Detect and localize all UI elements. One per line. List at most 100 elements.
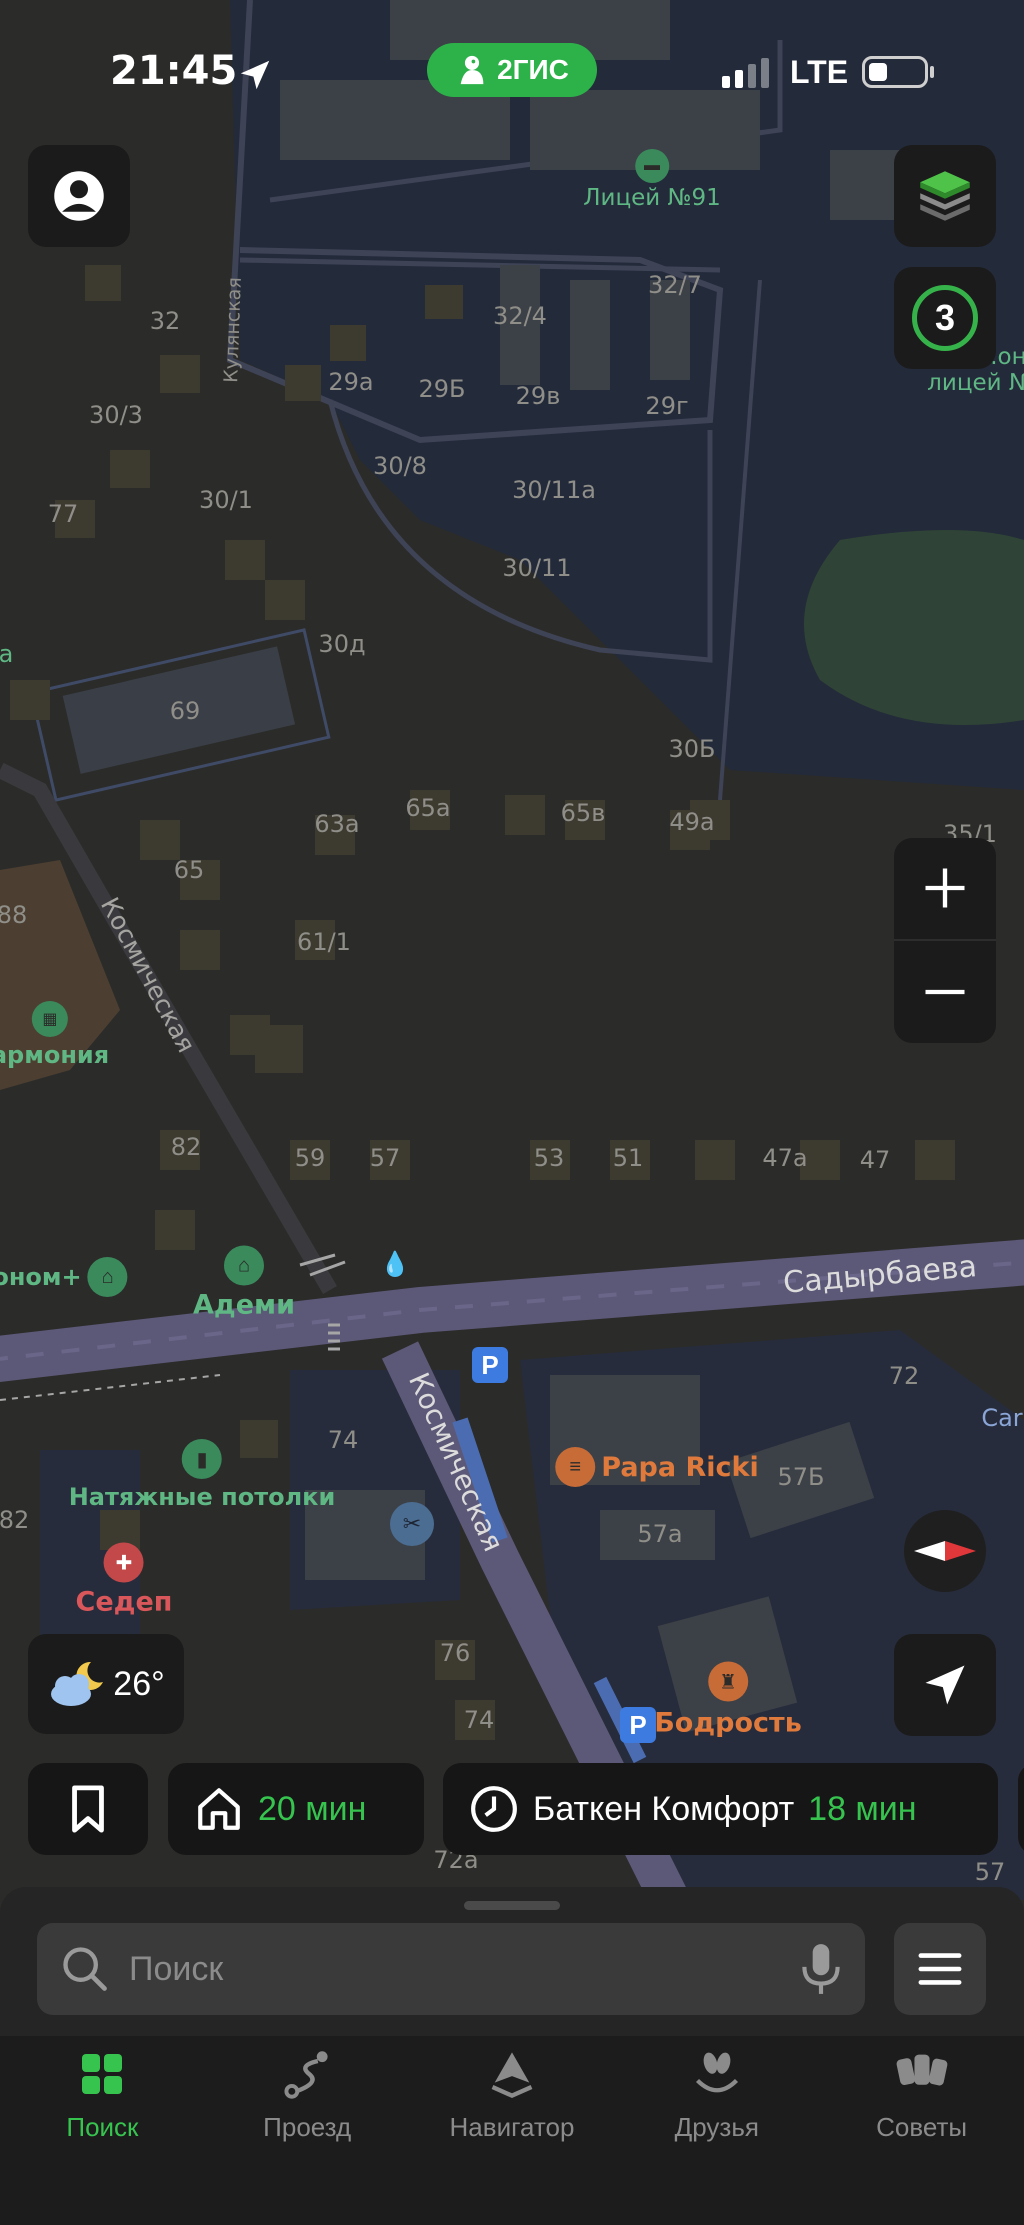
battery-icon <box>862 56 928 88</box>
house-number: 29а <box>328 368 374 396</box>
hamburger-icon <box>918 1953 962 1985</box>
tab-label: Друзья <box>674 2112 759 2142</box>
tab-label: Советы <box>876 2112 968 2142</box>
house-number: 29в <box>515 382 561 410</box>
poi-sedep[interactable]: ✚ Седеп <box>76 1542 172 1618</box>
house-number: 29г <box>645 392 689 420</box>
house-number: 49а <box>669 808 715 836</box>
brand-badge[interactable]: 2ГИС <box>427 43 597 97</box>
house-number: 57Б <box>777 1463 825 1491</box>
sheet-handle[interactable] <box>464 1901 560 1910</box>
house-number: 32 <box>149 307 181 335</box>
house-number: 69 <box>169 697 201 725</box>
weather-temp: 26° <box>113 1664 165 1703</box>
water-icon: 💧 <box>380 1251 410 1278</box>
house-number: 82 <box>170 1133 202 1161</box>
weather-widget[interactable]: 26° <box>28 1634 184 1734</box>
bookmark-icon <box>72 1785 104 1833</box>
layers-icon <box>920 171 970 221</box>
building-icon: ▦ <box>31 1001 68 1037</box>
status-bar: 21:45 2ГИС LTE <box>0 40 1024 112</box>
search-icon <box>63 1947 107 1991</box>
tips-icon <box>896 2054 947 2086</box>
house-number: 32/4 <box>493 302 547 330</box>
tab-tips[interactable]: Советы <box>819 2036 1024 2225</box>
map-canvas[interactable]: Кулянская Космическая Садырбаева Космиче… <box>0 0 1024 1900</box>
house-number: 30/11 <box>502 554 572 582</box>
parking-icon[interactable]: P <box>472 1347 508 1383</box>
user-icon <box>54 171 104 221</box>
profile-button[interactable] <box>28 145 130 247</box>
home-eta: 20 мин <box>258 1789 367 1828</box>
tab-friends[interactable]: Друзья <box>614 2036 819 2225</box>
house-number: 32/7 <box>648 271 702 299</box>
house-number: а <box>0 640 14 668</box>
tab-navigator[interactable]: Навигатор <box>410 2036 615 2225</box>
saved-place-shortcut[interactable]: Баткен Комфорт 18 мин <box>443 1763 998 1855</box>
home-shortcut[interactable]: 20 мин <box>168 1763 424 1855</box>
poi-garmoniya[interactable]: ▦ армония <box>0 1001 109 1069</box>
house-number: 57 <box>974 1858 1006 1886</box>
poi-ceilings[interactable]: ▮ Натяжные потолки <box>69 1439 335 1511</box>
bookmarks-button[interactable] <box>28 1763 148 1855</box>
house-number: 30/11а <box>512 476 596 504</box>
paint-roller-icon: ▮ <box>182 1439 222 1479</box>
status-time: 21:45 <box>110 48 238 94</box>
house-number: 76 <box>439 1639 471 1667</box>
house-number: 88 <box>0 901 28 929</box>
tab-bar: Поиск Проезд Навигатор Друзья Советы <box>0 2036 1024 2225</box>
search-input[interactable] <box>129 1949 781 1989</box>
layers-button[interactable] <box>894 145 996 247</box>
poi-school[interactable]: ▬ Лицей №91 <box>583 149 721 211</box>
house-number: 57а <box>637 1520 683 1548</box>
zoom-in-button[interactable] <box>894 838 996 938</box>
clock-icon <box>471 1786 517 1832</box>
house-number: 47а <box>762 1144 808 1172</box>
house-number: 63а <box>314 810 360 838</box>
more-shortcut[interactable] <box>1018 1763 1024 1855</box>
poi-ademi[interactable]: ⌂ Адеми <box>193 1245 295 1321</box>
traffic-button[interactable]: 3 <box>894 267 996 369</box>
basket-icon: ⌂ <box>223 1245 264 1286</box>
house-number: 53 <box>533 1144 565 1172</box>
navigator-icon <box>491 2052 533 2099</box>
house-number: 29Б <box>418 375 466 403</box>
burger-icon: ≡ <box>555 1447 596 1487</box>
house-number: 72 <box>888 1362 920 1390</box>
my-location-button[interactable] <box>894 1634 996 1736</box>
saved-place-eta: 18 мин <box>808 1789 917 1828</box>
brand-name: 2ГИС <box>497 54 569 85</box>
microphone-icon[interactable] <box>799 1942 843 1996</box>
poi-bodrost[interactable]: ♜ Бодрость <box>654 1661 802 1739</box>
zoom-out-button[interactable] <box>894 942 996 1042</box>
house-number: 30Б <box>668 735 716 763</box>
duck-logo-icon <box>460 55 484 85</box>
pharmacy-icon: ✚ <box>104 1542 144 1583</box>
repair-icon[interactable]: ✂ <box>390 1502 434 1546</box>
plus-icon <box>925 868 965 908</box>
poi-gonom[interactable]: оном+ ⌂ <box>0 1257 128 1297</box>
parking-icon[interactable]: P <box>620 1707 656 1743</box>
poi-papa-ricki[interactable]: ≡ Papa Ricki <box>555 1447 759 1487</box>
street-label: Кулянская <box>220 276 246 384</box>
house-number: 51 <box>612 1144 644 1172</box>
grid-icon <box>82 2054 123 2094</box>
network-type: LTE <box>790 54 849 90</box>
compass-button[interactable] <box>904 1510 986 1592</box>
search-bar[interactable] <box>37 1923 865 2015</box>
basket-icon: ♜ <box>707 1661 748 1702</box>
night-cloud-icon <box>51 1661 104 1706</box>
house-number: 57 <box>369 1144 401 1172</box>
house-number: 82 <box>0 1506 30 1534</box>
home-icon <box>198 1788 240 1830</box>
zoom-controls <box>894 838 996 1043</box>
basket-icon: ⌂ <box>87 1257 128 1297</box>
house-number: Car <box>981 1404 1023 1432</box>
signal-icon <box>722 58 769 88</box>
house-number: 65в <box>560 799 606 827</box>
tab-search[interactable]: Поиск <box>0 2036 205 2225</box>
saved-place-name: Баткен Комфорт <box>533 1789 795 1828</box>
tab-route[interactable]: Проезд <box>205 2036 410 2225</box>
house-number: 65 <box>173 856 205 884</box>
menu-button[interactable] <box>894 1923 986 2015</box>
